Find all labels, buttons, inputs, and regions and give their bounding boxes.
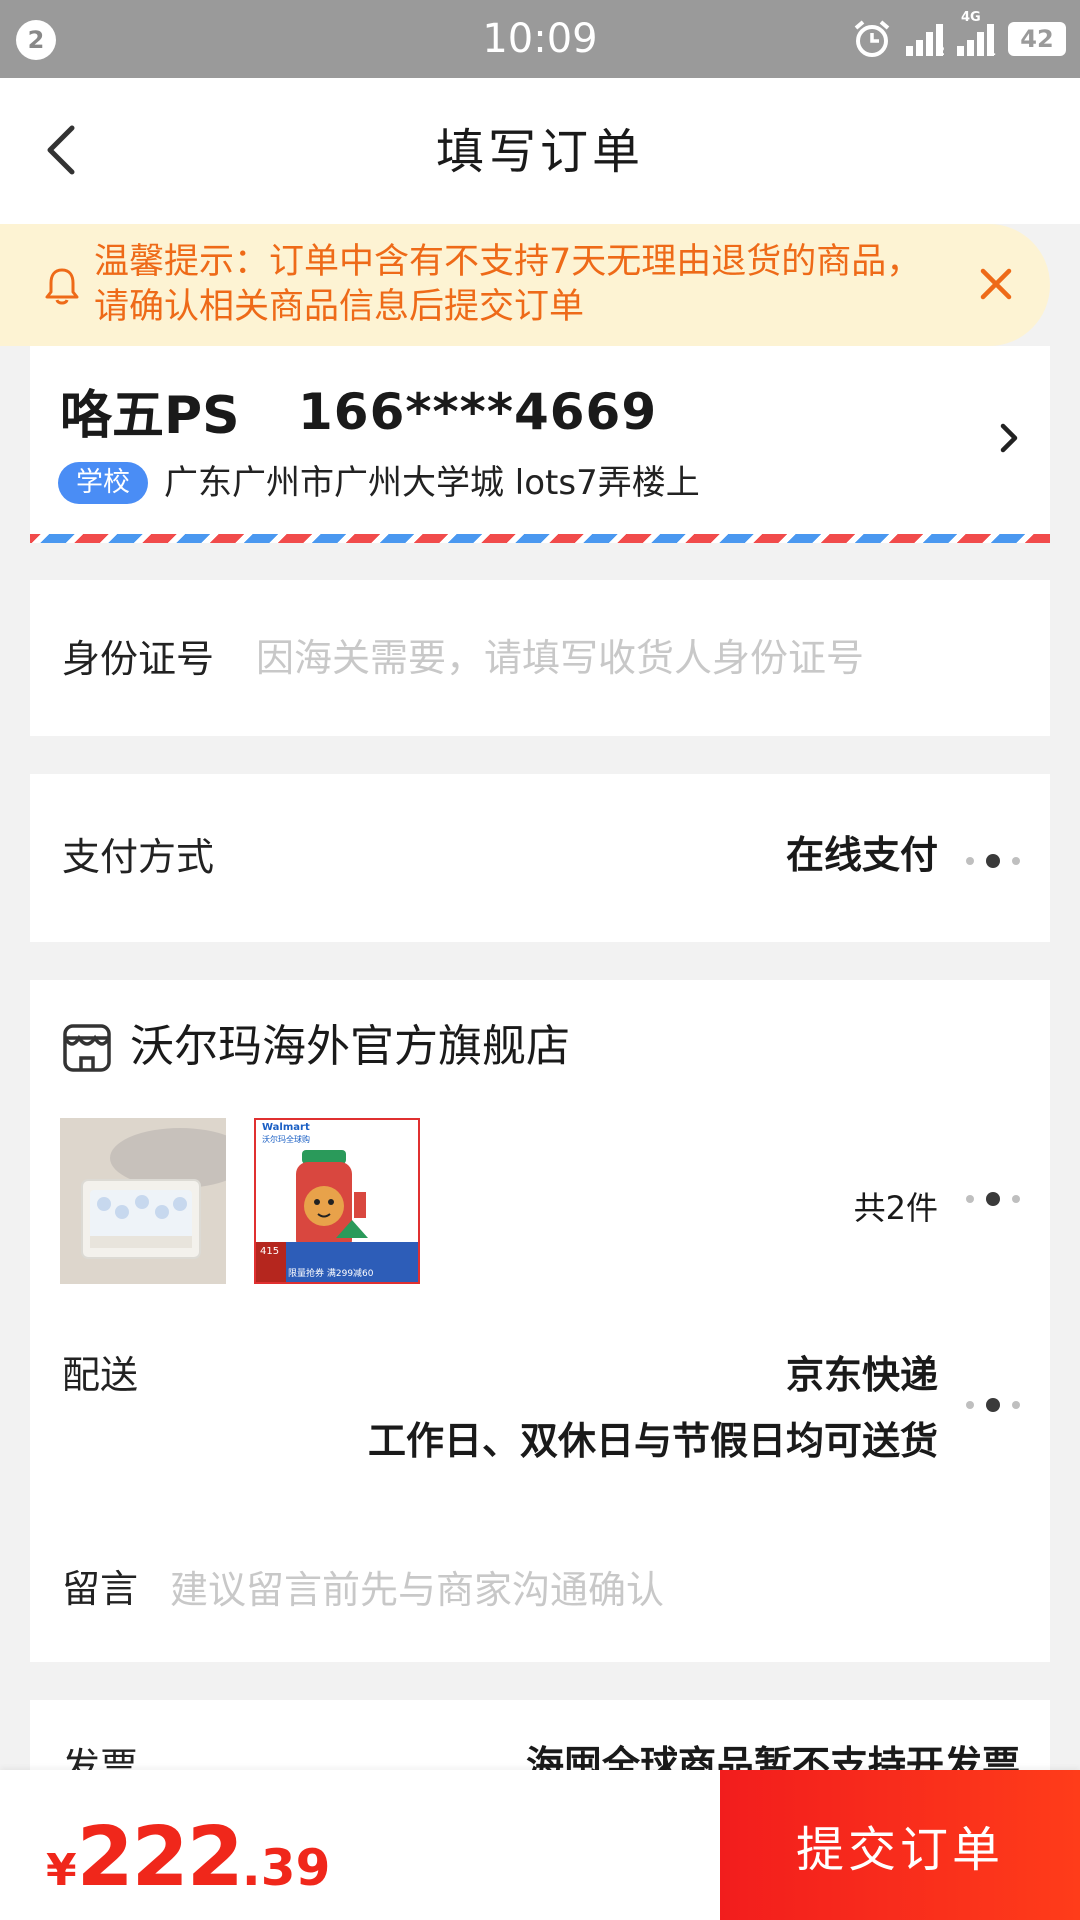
signal-sim2-icon: 4G 1 [957,10,996,58]
alarm-icon [854,20,890,57]
store-name: 沃尔玛海外官方旗舰店 [130,1021,570,1072]
sim1-tag: 2 [936,44,945,58]
store-icon [63,1024,111,1072]
water-bottle-image [256,1150,418,1282]
nav-bar: 填写订单 [0,78,1080,224]
recipient-phone: 166****4669 [298,383,658,441]
network-type: 4G [961,10,981,25]
memo-label: 留言 [62,1567,139,1611]
notice-text: 温馨提示：订单中含有不支持7天无理由退货的商品，请确认相关商品信息后提交订单 [94,242,922,327]
page-title: 填写订单 [435,124,644,180]
shop-card: 沃尔玛海外官方旗舰店 Walmart 沃尔玛全球购 415 限量抢券 满299减… [30,980,1050,1662]
delivery-time: 工作日、双休日与节假日均可送货 [367,1419,938,1463]
status-icons: 2 4G 1 42 [852,10,1066,62]
payment-label: 支付方式 [62,835,215,879]
battery-icon: 42 [1008,22,1066,56]
cotton-buds-image [60,1118,226,1284]
more-dots-icon[interactable] [966,1192,1020,1206]
checkout-footer: ¥222.39 提交订单 [0,1770,1080,1920]
item-count: 共2件 [853,1189,938,1227]
close-notice-icon[interactable] [978,266,1014,302]
bell-icon [45,268,79,305]
address-detail: 广东广州市广州大学城 lots7弄楼上 [164,463,700,503]
price-integer: 222 [76,1810,244,1905]
address-card[interactable]: 咯五PS 166****4669 学校 广东广州市广州大学城 lots7弄楼上 [30,346,1050,542]
recipient-name: 咯五PS [60,386,240,446]
more-dots-icon[interactable] [966,1398,1020,1412]
address-tag-badge: 学校 [58,462,148,504]
payment-row[interactable]: 支付方式 在线支付 [30,774,1050,942]
total-price: ¥222.39 [46,1810,330,1905]
airmail-divider [30,534,1050,543]
more-dots-icon[interactable] [966,854,1020,868]
status-bar: 2 10:09 2 4G 1 42 [0,0,1080,78]
notice-banner: 温馨提示：订单中含有不支持7天无理由退货的商品，请确认相关商品信息后提交订单 [0,224,1050,346]
product-thumbnail-water-bottle[interactable]: Walmart 沃尔玛全球购 415 限量抢券 满299减60 [254,1118,420,1284]
id-number-label: 身份证号 [62,637,215,681]
id-number-input[interactable] [256,630,1016,686]
price-decimal: .39 [241,1839,331,1897]
chevron-right-icon[interactable] [994,408,1024,468]
memo-input[interactable] [170,1562,1010,1618]
thumb-badge: 415 [260,1246,280,1257]
payment-value: 在线支付 [785,833,938,877]
delivery-carrier[interactable]: 京东快递 [786,1350,938,1400]
price-currency: ¥ [46,1845,77,1896]
product-thumbnail-cotton-buds[interactable] [60,1118,226,1284]
thumb-promo: 限量抢券 满299减60 [288,1269,374,1279]
delivery-label: 配送 [62,1353,139,1397]
id-number-row: 身份证号 [30,580,1050,736]
submit-order-button[interactable]: 提交订单 [720,1770,1080,1920]
sim2-tag: 1 [987,44,996,58]
signal-sim1-icon: 2 [906,22,945,58]
